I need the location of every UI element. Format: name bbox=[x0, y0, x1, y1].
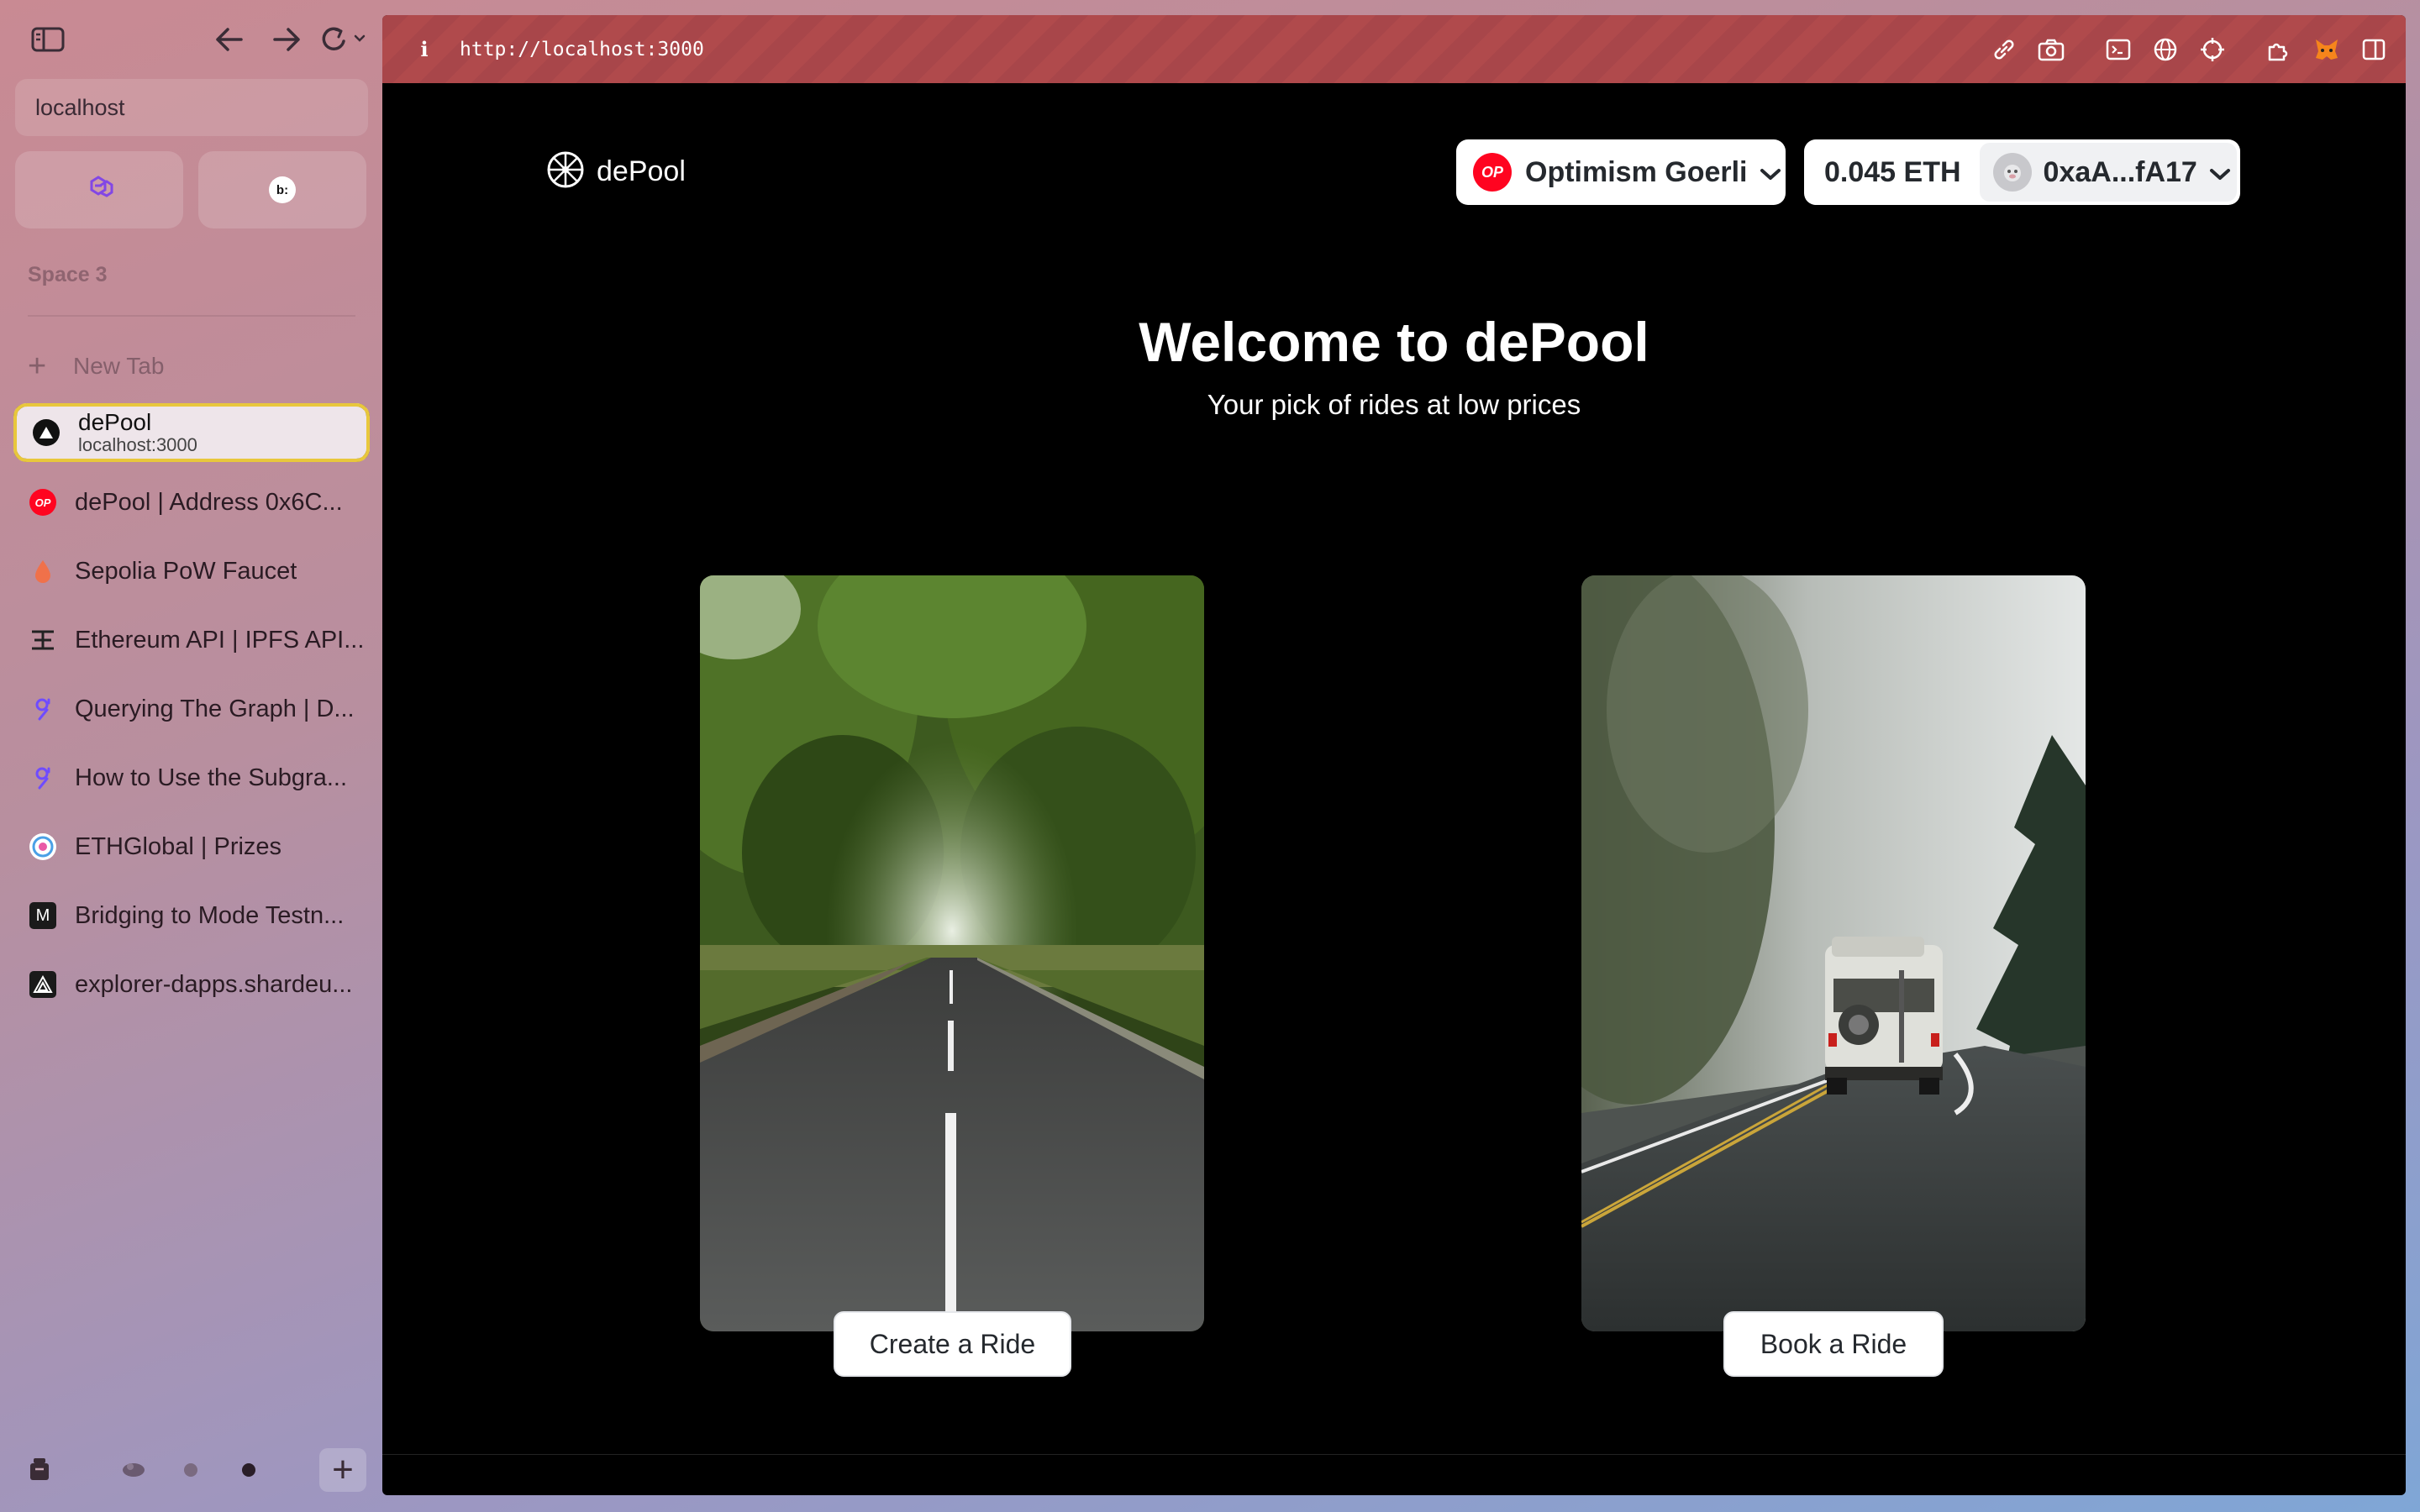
forward-arrow-icon[interactable] bbox=[267, 18, 306, 60]
sidebar-tab-infura[interactable]: Ethereum API | IPFS API... bbox=[13, 612, 370, 669]
drop-icon bbox=[29, 558, 56, 585]
sidebar-tab-shardeum-explorer[interactable]: explorer-dapps.shardeu... bbox=[13, 956, 370, 1013]
depool-logo[interactable]: dePool bbox=[546, 150, 686, 193]
new-tab-label: New Tab bbox=[73, 353, 165, 379]
book-ride-image[interactable] bbox=[1581, 575, 2086, 1331]
active-tab-text: dePool localhost:3000 bbox=[78, 410, 197, 455]
footer-divider bbox=[382, 1454, 2406, 1455]
active-tab-subtitle: localhost:3000 bbox=[78, 434, 197, 455]
crosshair-icon[interactable] bbox=[2189, 26, 2236, 73]
address-url[interactable]: http://localhost:3000 bbox=[460, 39, 704, 60]
space-dot-active-icon[interactable] bbox=[242, 1463, 255, 1477]
active-tab-title: dePool bbox=[78, 409, 152, 435]
wheel-logo-icon bbox=[546, 150, 585, 193]
network-label: Optimism Goerli bbox=[1525, 155, 1748, 188]
camera-icon[interactable] bbox=[2028, 26, 2075, 73]
globe-icon[interactable] bbox=[2142, 26, 2189, 73]
pinned-bb-tab[interactable]: b: bbox=[198, 151, 366, 228]
thegraph-icon bbox=[29, 764, 56, 791]
extensions-icon[interactable] bbox=[2256, 26, 2303, 73]
sidebar-tab-sepolia-faucet[interactable]: Sepolia PoW Faucet bbox=[13, 543, 370, 600]
archive-icon[interactable] bbox=[25, 1455, 54, 1488]
network-selector-button[interactable]: OP Optimism Goerli bbox=[1456, 139, 1786, 205]
window-controls bbox=[0, 18, 382, 60]
eth-balance: 0.045 ETH bbox=[1824, 155, 1961, 188]
sidebar-tab-label: explorer-dapps.shardeu... bbox=[75, 970, 353, 998]
split-view-icon[interactable] bbox=[2350, 26, 2397, 73]
polygon-icon bbox=[83, 174, 115, 207]
reload-icon[interactable] bbox=[316, 18, 370, 60]
back-arrow-icon[interactable] bbox=[210, 18, 249, 60]
avatar-icon bbox=[1992, 153, 2032, 192]
account-address: 0xaA...fA17 bbox=[2043, 155, 2197, 188]
book-ride-button[interactable]: Book a Ride bbox=[1723, 1311, 1944, 1377]
sidebar-tab-depool-active[interactable]: dePool localhost:3000 bbox=[13, 403, 370, 462]
account-address-pill[interactable]: 0xaA...fA17 bbox=[1979, 143, 2237, 202]
plus-icon: + bbox=[28, 349, 47, 384]
browser-window: i http://localhost:3000 dePool OP Optimi… bbox=[382, 15, 2406, 1495]
sidebar-url-field[interactable]: localhost bbox=[15, 79, 368, 136]
depool-app: dePool OP Optimism Goerli 0.045 ETH 0xaA… bbox=[382, 83, 2406, 1478]
logo-text: dePool bbox=[597, 155, 686, 187]
sidebar-tab-label: Querying The Graph | D... bbox=[75, 695, 355, 722]
optimism-icon: OP bbox=[29, 489, 56, 516]
metamask-icon[interactable] bbox=[2303, 26, 2350, 73]
space-dot-icon[interactable] bbox=[184, 1463, 197, 1477]
address-bar: i http://localhost:3000 bbox=[382, 15, 2406, 83]
depool-favicon-icon bbox=[33, 419, 60, 446]
terminal-icon[interactable] bbox=[2095, 26, 2142, 73]
new-tab-button[interactable]: + New Tab bbox=[28, 348, 164, 385]
account-button[interactable]: 0.045 ETH 0xaA...fA17 bbox=[1804, 139, 2240, 205]
sidebar-tab-label: Ethereum API | IPFS API... bbox=[75, 626, 365, 654]
bb-logo-icon: b: bbox=[269, 176, 296, 203]
page-title: Welcome to dePool bbox=[1139, 311, 1649, 373]
copy-link-icon[interactable] bbox=[1981, 26, 2028, 73]
sidebar-tab-label: dePool | Address 0x6C... bbox=[75, 488, 343, 516]
sidebar-bottom-bar: + bbox=[0, 1443, 382, 1494]
space-icon[interactable] bbox=[119, 1458, 148, 1484]
sidebar-tab-thegraph-querying[interactable]: Querying The Graph | D... bbox=[13, 680, 370, 738]
browser-sidebar: localhost b: Space 3 + New Tab dePool lo… bbox=[0, 0, 382, 1512]
sidebar-tab-label: Sepolia PoW Faucet bbox=[75, 557, 297, 585]
new-space-plus-icon[interactable]: + bbox=[319, 1448, 366, 1492]
mode-icon: M bbox=[29, 902, 56, 929]
shardeum-icon bbox=[29, 971, 56, 998]
thegraph-icon bbox=[29, 696, 56, 722]
sidebar-tab-label: Bridging to Mode Testn... bbox=[75, 901, 345, 929]
page-subtitle: Your pick of rides at low prices bbox=[1207, 389, 1581, 420]
optimism-icon: OP bbox=[1473, 153, 1512, 192]
site-info-icon[interactable]: i bbox=[399, 37, 450, 61]
pinned-polygon-tab[interactable] bbox=[15, 151, 183, 228]
sidebar-tab-depool-address[interactable]: OP dePool | Address 0x6C... bbox=[13, 474, 370, 531]
sidebar-tab-mode-bridge[interactable]: M Bridging to Mode Testn... bbox=[13, 887, 370, 944]
sidebar-tab-label: ETHGlobal | Prizes bbox=[75, 832, 282, 860]
ethglobal-icon bbox=[29, 833, 56, 860]
sidebar-tab-label: How to Use the Subgra... bbox=[75, 764, 347, 791]
sidebar-tab-ethglobal[interactable]: ETHGlobal | Prizes bbox=[13, 818, 370, 875]
create-ride-image[interactable] bbox=[700, 575, 1204, 1331]
sidebar-tab-thegraph-subgraph[interactable]: How to Use the Subgra... bbox=[13, 749, 370, 806]
sidebar-toggle-icon[interactable] bbox=[27, 18, 69, 60]
sidebar-divider bbox=[28, 315, 355, 317]
infura-icon bbox=[29, 627, 56, 654]
chevron-down-icon bbox=[1760, 156, 1781, 189]
chevron-down-icon bbox=[2209, 156, 2231, 189]
create-ride-button[interactable]: Create a Ride bbox=[834, 1311, 1071, 1377]
space-label: Space 3 bbox=[28, 263, 108, 286]
address-bar-tools bbox=[1981, 15, 2397, 83]
